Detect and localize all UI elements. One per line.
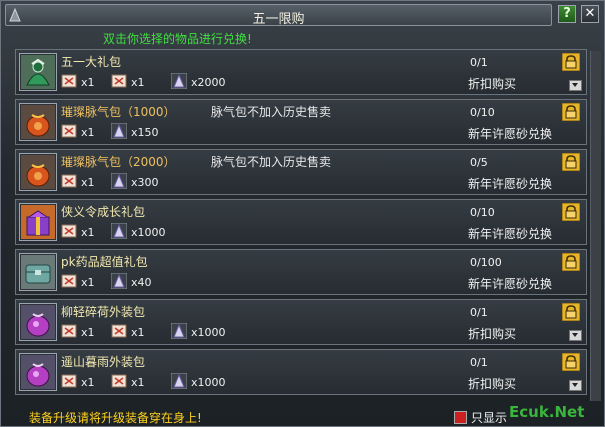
cost-quantity: x1000 bbox=[131, 226, 166, 239]
ticket-icon bbox=[61, 123, 77, 139]
ticket-icon bbox=[61, 173, 77, 189]
expand-dropdown-icon[interactable] bbox=[569, 380, 582, 391]
lock-icon[interactable] bbox=[561, 352, 581, 372]
item-name: 侠义令成长礼包 bbox=[61, 205, 146, 219]
sand-icon bbox=[170, 322, 188, 340]
exchange-action-link[interactable]: 折扣购买 bbox=[468, 375, 516, 392]
purchase-count: 0/1 bbox=[470, 306, 488, 319]
help-button[interactable]: ? bbox=[558, 5, 576, 23]
ticket-icon bbox=[61, 373, 77, 389]
sand-icon bbox=[110, 272, 128, 290]
cost-quantity: x1 bbox=[81, 326, 95, 339]
purchase-count: 0/10 bbox=[470, 206, 495, 219]
lock-icon[interactable] bbox=[561, 202, 581, 222]
lock-icon[interactable] bbox=[561, 302, 581, 322]
exchange-action-link[interactable]: 新年许愿砂兑换 bbox=[468, 175, 552, 192]
shop-item-row[interactable]: 五一大礼包 x1 x1 x2000 0/1 折扣购买 bbox=[15, 49, 587, 95]
window-title: 五一限购 bbox=[252, 12, 305, 27]
cost-quantity: x40 bbox=[131, 276, 152, 289]
only-show-label: 只显示 bbox=[471, 411, 508, 425]
shop-item-row[interactable]: pk药品超值礼包 x1 x40 0/100 新年许愿砂兑换 bbox=[15, 249, 587, 295]
cost-quantity: x1 bbox=[81, 76, 95, 89]
ticket-icon bbox=[61, 323, 77, 339]
orange-pouch-icon[interactable] bbox=[19, 103, 57, 141]
ticket-icon bbox=[61, 223, 77, 239]
ticket-icon bbox=[61, 73, 77, 89]
list-scrollbar[interactable] bbox=[590, 51, 601, 401]
limited-purchase-window: 五一限购 ? ✕ 双击你选择的物品进行兑换! 五一大礼包 x1 x1 x2000 0/1… bbox=[0, 0, 605, 427]
ticket-icon bbox=[61, 273, 77, 289]
purchase-count: 0/5 bbox=[470, 156, 488, 169]
expand-dropdown-icon[interactable] bbox=[569, 330, 582, 341]
cost-quantity: x1 bbox=[81, 276, 95, 289]
exchange-action-link[interactable]: 新年许愿砂兑换 bbox=[468, 125, 552, 142]
purple-pouch-icon[interactable] bbox=[19, 303, 57, 341]
exchange-action-link[interactable]: 折扣购买 bbox=[468, 325, 516, 342]
close-button[interactable]: ✕ bbox=[581, 5, 599, 23]
ticket-icon bbox=[111, 73, 127, 89]
cost-quantity: x1 bbox=[81, 226, 95, 239]
only-show-checkbox[interactable] bbox=[454, 411, 467, 424]
upgrade-hint: 装备升级请将升级装备穿在身上! bbox=[29, 411, 202, 425]
ticket-icon bbox=[111, 373, 127, 389]
item-name: 五一大礼包 bbox=[61, 55, 122, 69]
cost-quantity: x1 bbox=[81, 176, 95, 189]
cost-quantity: x1 bbox=[131, 326, 145, 339]
exchange-action-link[interactable]: 折扣购买 bbox=[468, 75, 516, 92]
item-name: pk药品超值礼包 bbox=[61, 255, 148, 269]
cost-quantity: x150 bbox=[131, 126, 159, 139]
title-bar: 五一限购 ? ✕ bbox=[5, 4, 602, 27]
cost-quantity: x1 bbox=[81, 126, 95, 139]
lock-icon[interactable] bbox=[561, 52, 581, 72]
shop-item-row[interactable]: 柳轻碎荷外装包 x1 x1 x1000 0/1 折扣购买 bbox=[15, 299, 587, 345]
sand-icon bbox=[110, 122, 128, 140]
exchange-action-link[interactable]: 新年许愿砂兑换 bbox=[468, 225, 552, 242]
ticket-icon bbox=[111, 323, 127, 339]
shop-item-row[interactable]: 遥山暮雨外装包 x1 x1 x1000 0/1 折扣购买 bbox=[15, 349, 587, 395]
expand-dropdown-icon[interactable] bbox=[569, 80, 582, 91]
item-note: 脉气包不加入历史售卖 bbox=[211, 155, 332, 169]
cost-quantity: x1 bbox=[131, 376, 145, 389]
cost-quantity: x300 bbox=[131, 176, 159, 189]
sand-icon bbox=[170, 72, 188, 90]
shop-item-row[interactable]: 侠义令成长礼包 x1 x1000 0/10 新年许愿砂兑换 bbox=[15, 199, 587, 245]
purchase-count: 0/1 bbox=[470, 56, 488, 69]
item-note: 脉气包不加入历史售卖 bbox=[211, 105, 332, 119]
purchase-count: 0/10 bbox=[470, 106, 495, 119]
watermark-text: Ecuk.Net bbox=[509, 403, 585, 421]
shop-item-row[interactable]: 璀璨脉气包（2000） 脉气包不加入历史售卖 x1 x300 0/5 新年许愿砂兑换 bbox=[15, 149, 587, 195]
shop-item-row[interactable]: 璀璨脉气包（1000） 脉气包不加入历史售卖 x1 x150 0/10 新年许愿砂兑换 bbox=[15, 99, 587, 145]
lock-icon[interactable] bbox=[561, 102, 581, 122]
lock-icon[interactable] bbox=[561, 152, 581, 172]
purple-pouch-icon[interactable] bbox=[19, 353, 57, 391]
cost-quantity: x1000 bbox=[191, 376, 226, 389]
exchange-hint: 双击你选择的物品进行兑换! bbox=[103, 32, 252, 46]
sand-icon bbox=[110, 172, 128, 190]
item-name: 璀璨脉气包（1000） bbox=[61, 105, 176, 119]
cost-quantity: x1 bbox=[131, 76, 145, 89]
sand-icon bbox=[110, 222, 128, 240]
exchange-action-link[interactable]: 新年许愿砂兑换 bbox=[468, 275, 552, 292]
item-name: 璀璨脉气包（2000） bbox=[61, 155, 176, 169]
sand-icon bbox=[170, 372, 188, 390]
title-frame: 五一限购 bbox=[5, 4, 552, 27]
purchase-count: 0/100 bbox=[470, 256, 502, 269]
purchase-count: 0/1 bbox=[470, 356, 488, 369]
item-name: 遥山暮雨外装包 bbox=[61, 355, 146, 369]
cost-quantity: x2000 bbox=[191, 76, 226, 89]
green-gift-bag-icon[interactable] bbox=[19, 53, 57, 91]
item-name: 柳轻碎荷外装包 bbox=[61, 305, 146, 319]
orange-pouch-icon[interactable] bbox=[19, 153, 57, 191]
cost-quantity: x1000 bbox=[191, 326, 226, 339]
item-list: 五一大礼包 x1 x1 x2000 0/1 折扣购买 璀璨脉气包（1000） 脉气包不加入历史… bbox=[9, 49, 587, 404]
lock-icon[interactable] bbox=[561, 252, 581, 272]
teal-chest-icon[interactable] bbox=[19, 253, 57, 291]
purple-gift-box-icon[interactable] bbox=[19, 203, 57, 241]
cost-quantity: x1 bbox=[81, 376, 95, 389]
